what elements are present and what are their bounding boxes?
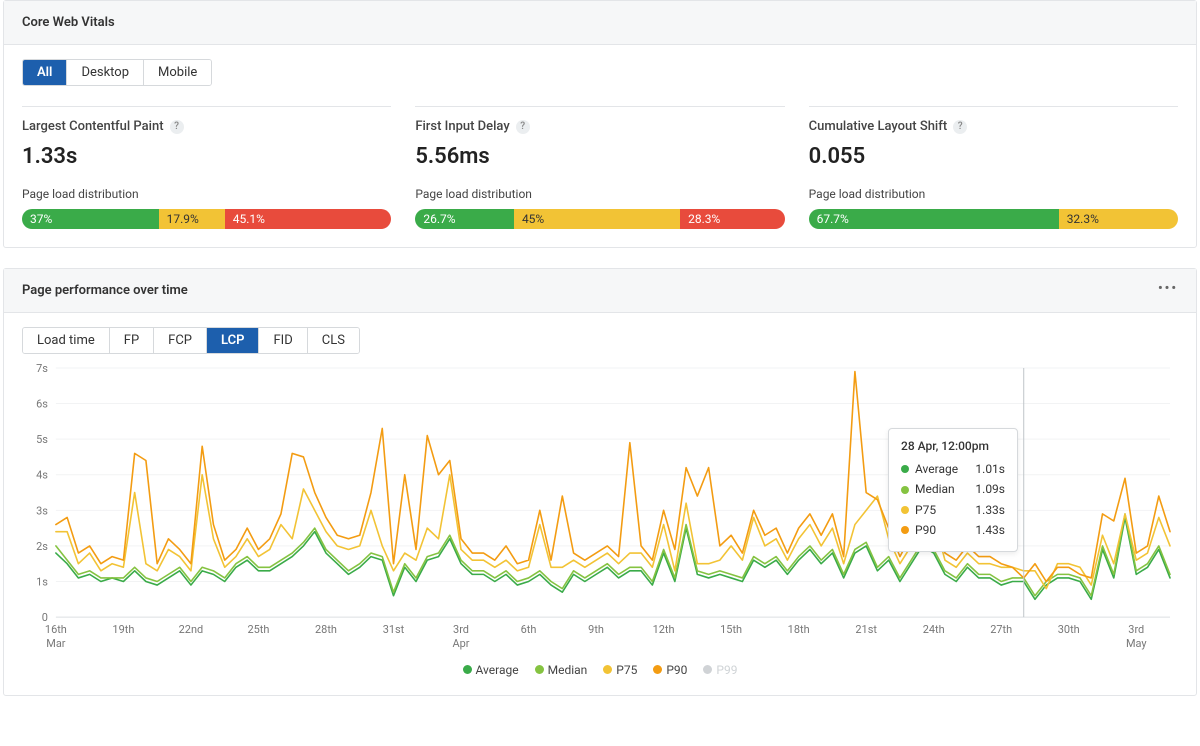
legend-item[interactable]: P90 [653, 663, 687, 677]
legend-item[interactable]: P99 [703, 663, 737, 677]
distribution-label: Page load distribution [809, 187, 1178, 201]
distribution-bar: 37% 17.9% 45.1% [22, 209, 391, 229]
svg-text:31st: 31st [383, 623, 405, 636]
help-icon[interactable]: ? [170, 120, 184, 134]
tab-fcp[interactable]: FCP [154, 328, 207, 353]
metric-value: 0.055 [809, 144, 1178, 169]
svg-text:21st: 21st [855, 623, 877, 636]
more-options-icon[interactable]: ••• [1158, 281, 1178, 296]
panel-title: Core Web Vitals [4, 1, 1196, 45]
tab-all[interactable]: All [23, 60, 67, 85]
svg-text:30th: 30th [1058, 623, 1080, 636]
svg-text:3rd: 3rd [453, 623, 469, 636]
core-web-vitals-panel: Core Web Vitals All Desktop Mobile Large… [3, 0, 1197, 248]
chart-legend: Average Median P75 P90 P99 [22, 663, 1178, 678]
svg-text:May: May [1126, 637, 1147, 650]
svg-text:1s: 1s [36, 575, 48, 588]
distribution-label: Page load distribution [415, 187, 784, 201]
tab-mobile[interactable]: Mobile [144, 60, 211, 85]
dist-improvement: 32.3% [1059, 209, 1178, 229]
dist-poor: 45.1% [225, 209, 392, 229]
svg-text:16th: 16th [45, 623, 67, 636]
tooltip-row: Average1.01s [901, 459, 1005, 479]
help-icon[interactable]: ? [516, 120, 530, 134]
tooltip-row: P901.43s [901, 520, 1005, 540]
dist-improvement: 45% [514, 209, 680, 229]
svg-text:19th: 19th [112, 623, 134, 636]
help-icon[interactable]: ? [953, 120, 967, 134]
svg-text:28th: 28th [315, 623, 337, 636]
svg-text:3rd: 3rd [1128, 623, 1144, 636]
tab-fid[interactable]: FID [259, 328, 307, 353]
svg-text:6th: 6th [521, 623, 537, 636]
tab-fp[interactable]: FP [110, 328, 154, 353]
metric-tabs: Load time FP FCP LCP FID CLS [22, 327, 360, 354]
tab-load-time[interactable]: Load time [23, 328, 110, 353]
svg-text:7s: 7s [36, 362, 48, 375]
chart-tooltip: 28 Apr, 12:00pm Average1.01sMedian1.09sP… [888, 428, 1018, 552]
svg-text:5s: 5s [36, 433, 48, 446]
svg-text:24th: 24th [923, 623, 945, 636]
dist-good: 67.7% [809, 209, 1059, 229]
dist-good: 26.7% [415, 209, 514, 229]
tab-lcp[interactable]: LCP [207, 328, 259, 353]
svg-text:Apr: Apr [453, 637, 470, 650]
metric-card-lcp: Largest Contentful Paint ? 1.33s Page lo… [22, 106, 391, 229]
svg-text:25th: 25th [247, 623, 269, 636]
panel-title: Page performance over time ••• [4, 269, 1196, 313]
dist-improvement: 17.9% [159, 209, 225, 229]
svg-text:27th: 27th [990, 623, 1012, 636]
dist-poor: 28.3% [680, 209, 785, 229]
metric-value: 5.56ms [415, 144, 784, 169]
dist-good: 37% [22, 209, 159, 229]
tooltip-row: Median1.09s [901, 479, 1005, 499]
svg-text:22nd: 22nd [179, 623, 204, 636]
legend-item[interactable]: P75 [603, 663, 637, 677]
metric-value: 1.33s [22, 144, 391, 169]
device-tabs: All Desktop Mobile [22, 59, 212, 86]
metric-title: First Input Delay [415, 119, 509, 134]
metric-title: Cumulative Layout Shift [809, 119, 948, 134]
legend-item[interactable]: Median [535, 663, 588, 677]
tooltip-row: P751.33s [901, 500, 1005, 520]
svg-text:12th: 12th [653, 623, 675, 636]
metric-title: Largest Contentful Paint [22, 119, 164, 134]
svg-text:6s: 6s [36, 398, 48, 411]
distribution-bar: 67.7% 32.3% [809, 209, 1178, 229]
tab-desktop[interactable]: Desktop [67, 60, 144, 85]
metric-card-fid: First Input Delay ? 5.56ms Page load dis… [415, 106, 784, 229]
metric-card-cls: Cumulative Layout Shift ? 0.055 Page loa… [809, 106, 1178, 229]
distribution-bar: 26.7% 45% 28.3% [415, 209, 784, 229]
page-performance-panel: Page performance over time ••• Load time… [3, 268, 1197, 696]
svg-text:4s: 4s [36, 469, 48, 482]
legend-item[interactable]: Average [463, 663, 519, 677]
tooltip-title: 28 Apr, 12:00pm [901, 439, 1005, 453]
svg-text:3s: 3s [36, 504, 48, 517]
svg-text:15th: 15th [720, 623, 742, 636]
svg-text:9th: 9th [588, 623, 604, 636]
svg-text:18th: 18th [788, 623, 810, 636]
tab-cls[interactable]: CLS [308, 328, 359, 353]
svg-text:2s: 2s [36, 540, 48, 553]
svg-text:Mar: Mar [46, 637, 66, 650]
distribution-label: Page load distribution [22, 187, 391, 201]
